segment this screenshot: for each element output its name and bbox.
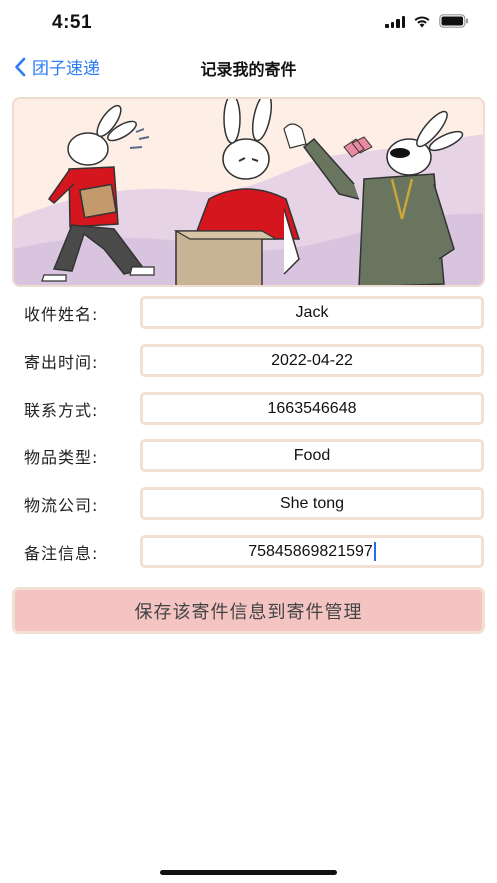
remarks-input[interactable]: 75845869821597 <box>140 535 484 568</box>
wifi-icon <box>414 15 430 27</box>
remarks-value: 75845869821597 <box>248 542 373 560</box>
contact-input[interactable]: 1663546648 <box>140 392 484 425</box>
status-bar: 4:51 <box>0 0 497 46</box>
send-date-value: 2022-04-22 <box>271 351 353 369</box>
back-button[interactable]: 团子速递 <box>14 54 100 79</box>
form-row-send-date: 寄出时间: 2022-04-22 <box>0 344 497 378</box>
back-label: 团子速递 <box>32 59 100 79</box>
send-date-label: 寄出时间: <box>24 353 99 372</box>
remarks-label: 备注信息: <box>24 544 99 563</box>
courier-label: 物流公司: <box>24 496 99 515</box>
status-time: 4:51 <box>52 12 93 33</box>
banner-illustration <box>12 97 485 287</box>
battery-icon <box>439 14 468 28</box>
recipient-name-input[interactable]: Jack <box>140 296 484 329</box>
item-type-value: Food <box>293 446 331 464</box>
item-type-label: 物品类型: <box>24 448 99 467</box>
status-icons <box>385 14 469 28</box>
courier-input[interactable]: She tong <box>140 487 484 520</box>
text-caret <box>373 542 376 561</box>
contact-value: 1663546648 <box>267 399 357 417</box>
form-row-item-type: 物品类型: Food <box>0 439 497 473</box>
chevron-left-icon <box>15 57 26 76</box>
courier-value: She tong <box>279 494 345 512</box>
save-shipment-label: 保存该寄件信息到寄件管理 <box>134 601 363 623</box>
contact-label: 联系方式: <box>24 401 99 420</box>
save-shipment-button[interactable]: 保存该寄件信息到寄件管理 <box>12 587 485 634</box>
home-indicator[interactable] <box>160 870 337 875</box>
signal-icon <box>385 15 405 28</box>
rabbits-delivery-illustration <box>14 99 483 285</box>
form-row-contact: 联系方式: 1663546648 <box>0 392 497 426</box>
item-type-input[interactable]: Food <box>140 439 484 472</box>
form-row-remarks: 备注信息: 75845869821597 <box>0 535 497 569</box>
recipient-name-label: 收件姓名: <box>24 305 99 324</box>
form-row-courier: 物流公司: She tong <box>0 487 497 521</box>
navigation-bar: 记录我的寄件 团子速递 <box>0 46 497 88</box>
recipient-name-value: Jack <box>295 303 329 321</box>
send-date-input[interactable]: 2022-04-22 <box>140 344 484 377</box>
form-row-recipient-name: 收件姓名: Jack <box>0 296 497 330</box>
